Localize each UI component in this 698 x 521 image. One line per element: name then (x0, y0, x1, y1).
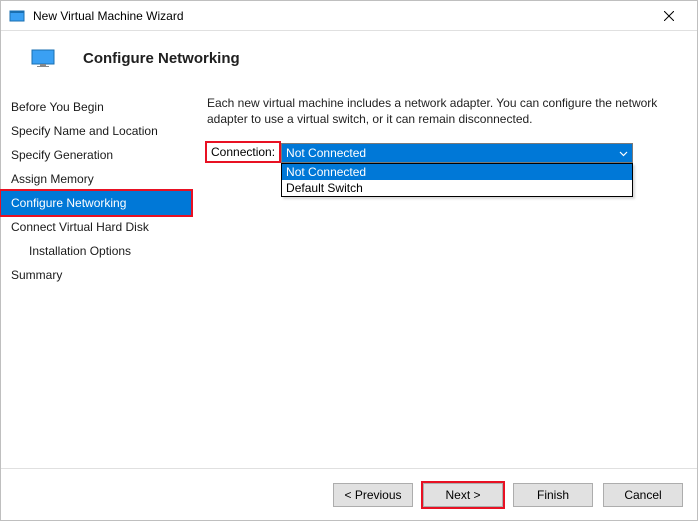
connection-dropdown[interactable]: Not Connected (281, 143, 633, 163)
step-label: Connect Virtual Hard Disk (11, 220, 149, 234)
connection-dropdown-wrap: Not Connected Not Connected Default Swit… (281, 143, 633, 163)
app-icon (9, 8, 25, 24)
step-label: Summary (11, 268, 62, 282)
step-summary[interactable]: Summary (1, 263, 191, 287)
connection-selected-value: Not Connected (286, 146, 366, 160)
button-label: Next > (445, 488, 480, 502)
step-label: Assign Memory (11, 172, 94, 186)
button-label: < Previous (344, 488, 401, 502)
button-label: Cancel (624, 488, 661, 502)
connection-row: Connection: Not Connected Not Connected … (207, 143, 679, 163)
window-title: New Virtual Machine Wizard (33, 9, 649, 23)
step-label: Before You Begin (11, 100, 104, 114)
step-label: Specify Name and Location (11, 124, 158, 138)
close-icon (664, 11, 674, 21)
connection-option-default-switch[interactable]: Default Switch (282, 180, 632, 196)
step-specify-name[interactable]: Specify Name and Location (1, 119, 191, 143)
step-connect-vhd[interactable]: Connect Virtual Hard Disk (1, 215, 191, 239)
step-assign-memory[interactable]: Assign Memory (1, 167, 191, 191)
close-button[interactable] (649, 2, 689, 30)
wizard-window: New Virtual Machine Wizard Configure Net… (0, 0, 698, 521)
step-label: Configure Networking (11, 196, 126, 210)
monitor-icon (31, 49, 55, 67)
cancel-button[interactable]: Cancel (603, 483, 683, 507)
wizard-steps-sidebar: Before You Begin Specify Name and Locati… (1, 81, 191, 468)
connection-dropdown-list: Not Connected Default Switch (281, 163, 633, 197)
wizard-footer: < Previous Next > Finish Cancel (1, 468, 697, 520)
step-before-you-begin[interactable]: Before You Begin (1, 95, 191, 119)
step-specify-generation[interactable]: Specify Generation (1, 143, 191, 167)
step-label: Specify Generation (11, 148, 113, 162)
connection-label: Connection: (207, 143, 279, 161)
previous-button[interactable]: < Previous (333, 483, 413, 507)
wizard-header: Configure Networking (1, 31, 697, 81)
chevron-down-icon (619, 147, 628, 161)
step-label: Installation Options (29, 244, 131, 258)
page-title: Configure Networking (83, 50, 240, 67)
connection-option-not-connected[interactable]: Not Connected (282, 164, 632, 180)
wizard-content: Each new virtual machine includes a netw… (191, 81, 697, 468)
finish-button[interactable]: Finish (513, 483, 593, 507)
step-configure-networking[interactable]: Configure Networking (1, 191, 191, 215)
next-button[interactable]: Next > (423, 483, 503, 507)
button-label: Finish (537, 488, 569, 502)
wizard-body: Before You Begin Specify Name and Locati… (1, 81, 697, 468)
step-installation-options[interactable]: Installation Options (1, 239, 191, 263)
option-label: Not Connected (286, 165, 366, 179)
option-label: Default Switch (286, 181, 363, 195)
description-text: Each new virtual machine includes a netw… (207, 95, 679, 127)
titlebar: New Virtual Machine Wizard (1, 1, 697, 31)
